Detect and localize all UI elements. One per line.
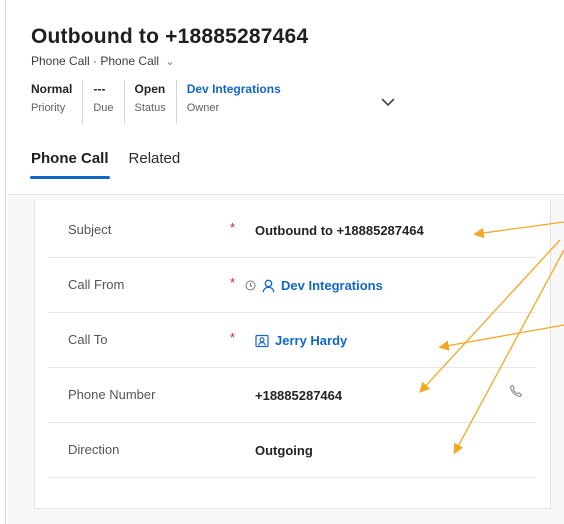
required-indicator: *	[230, 330, 236, 345]
phone-number-label: Phone Number	[68, 387, 156, 402]
clock-icon	[245, 280, 256, 291]
expand-header-chevron-icon[interactable]	[380, 96, 396, 108]
call-from-row: Call From * Dev Integrations	[48, 258, 536, 313]
phone-number-row: Phone Number +18885287464	[48, 368, 536, 423]
chevron-down-icon[interactable]: ⌄	[165, 56, 174, 68]
owner-value-link[interactable]: Dev Integrations	[187, 82, 281, 96]
record-header: Outbound to +18885287464 Phone Call · Ph…	[8, 0, 564, 195]
subject-row: Subject * Outbound to +18885287464	[48, 203, 536, 258]
call-from-field[interactable]: Dev Integrations	[245, 278, 383, 293]
subject-field[interactable]: Outbound to +18885287464	[255, 223, 424, 238]
header-field-status[interactable]: Open Status	[135, 80, 177, 124]
phone-number-value: +18885287464	[255, 388, 343, 403]
required-indicator: *	[230, 220, 236, 235]
user-icon	[262, 279, 275, 292]
priority-label: Priority	[31, 102, 66, 114]
tab-related[interactable]: Related	[129, 150, 181, 167]
direction-value: Outgoing	[255, 443, 313, 458]
call-to-field[interactable]: Jerry Hardy	[255, 333, 347, 348]
due-label: Due	[93, 102, 114, 114]
direction-field[interactable]: Outgoing	[255, 443, 313, 458]
call-to-link[interactable]: Jerry Hardy	[275, 333, 347, 348]
tab-phone-call[interactable]: Phone Call	[30, 150, 110, 179]
direction-label: Direction	[68, 442, 120, 457]
header-field-due[interactable]: --- Due	[93, 80, 125, 124]
status-label: Status	[134, 102, 166, 114]
phone-number-field[interactable]: +18885287464	[255, 388, 342, 403]
tab-list: Phone Call Related	[30, 150, 181, 179]
call-from-label: Call From	[68, 277, 125, 292]
page-title: Outbound to +18885287464	[31, 25, 309, 48]
call-to-label: Call To	[68, 332, 108, 347]
header-fields: Normal Priority --- Due Open Status Dev …	[31, 80, 301, 124]
contact-card-icon	[255, 334, 269, 347]
phone-icon[interactable]	[509, 384, 523, 398]
call-from-link[interactable]: Dev Integrations	[281, 278, 383, 293]
header-field-owner[interactable]: Dev Integrations Owner	[187, 80, 291, 124]
priority-value: Normal	[31, 82, 73, 96]
subject-label: Subject	[68, 222, 112, 237]
required-indicator: *	[230, 275, 236, 290]
direction-row: Direction Outgoing	[48, 423, 536, 478]
record-type-label: Phone Call · Phone Call	[31, 54, 160, 68]
status-value: Open	[134, 82, 166, 96]
record-type-selector[interactable]: Phone Call · Phone Call ⌄	[31, 54, 175, 68]
header-field-priority[interactable]: Normal Priority	[31, 80, 84, 124]
subject-value: Outbound to +18885287464	[255, 223, 424, 238]
window-border	[0, 0, 6, 524]
owner-label: Owner	[186, 102, 220, 114]
call-to-row: Call To * Jerry Hardy	[48, 313, 536, 368]
due-value: ---	[93, 82, 106, 96]
